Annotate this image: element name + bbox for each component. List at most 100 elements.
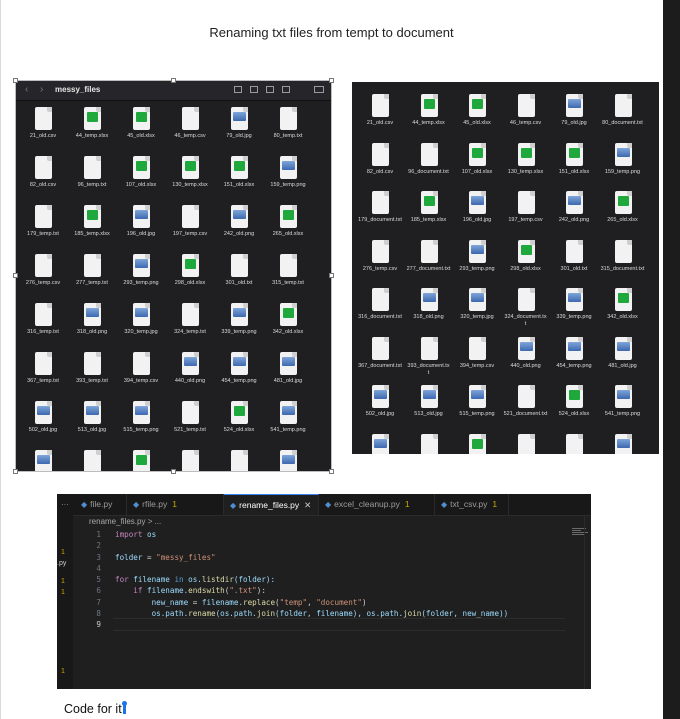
file-item[interactable]: 513_old.jpg — [68, 401, 116, 449]
file-item[interactable]: 151_old.xlsx — [550, 142, 598, 191]
file-item[interactable] — [117, 450, 165, 472]
file-item[interactable]: 318_old.png — [68, 303, 116, 351]
file-item[interactable]: 367_temp.txt — [19, 352, 67, 400]
file-item[interactable]: 107_old.xlsx — [117, 156, 165, 204]
file-item[interactable]: 440_old.png — [502, 336, 550, 385]
file-item[interactable]: 265_old.xlsx — [599, 191, 647, 239]
file-item[interactable]: 277_temp.txt — [68, 254, 116, 302]
code-line[interactable]: 7 new_name = filename.replace("temp", "d… — [87, 597, 508, 608]
page-right-scrollbar[interactable] — [663, 0, 680, 719]
resize-handle[interactable] — [13, 78, 18, 83]
code-line[interactable]: 3 folder = "messy_files" — [87, 552, 508, 563]
file-item[interactable]: 46_temp.csv — [166, 107, 214, 155]
file-item[interactable]: 367_document.txt — [356, 336, 404, 385]
file-item[interactable]: 394_temp.csv — [453, 336, 501, 385]
file-item[interactable] — [356, 433, 404, 454]
file-item[interactable]: 276_temp.csv — [19, 254, 67, 302]
file-item[interactable] — [264, 450, 312, 472]
code-line[interactable]: 1 import os — [87, 529, 508, 540]
file-item[interactable]: 196_old.jpg — [117, 205, 165, 253]
file-item[interactable]: 159_temp.png — [264, 156, 312, 204]
file-item[interactable]: 342_old.xlsx — [264, 303, 312, 351]
more-actions-icon[interactable]: ··· — [61, 494, 69, 515]
file-item[interactable]: 130_temp.xlsx — [502, 142, 550, 191]
file-item[interactable]: 21_old.csv — [19, 107, 67, 155]
editor-scrollbar[interactable] — [584, 515, 591, 689]
code-line[interactable]: 5 for filename in os.listdir(folder): — [87, 574, 508, 585]
file-item[interactable]: 151_old.xlsx — [215, 156, 263, 204]
file-item[interactable]: 242_old.png — [215, 205, 263, 253]
file-item[interactable] — [453, 433, 501, 454]
tab-file-py[interactable]: ◆ file.py — [75, 494, 127, 515]
file-item[interactable]: 315_temp.txt — [264, 254, 312, 302]
file-item[interactable]: 521_document.txt — [502, 385, 550, 433]
file-item[interactable]: 481_old.jpg — [264, 352, 312, 400]
resize-handle[interactable] — [171, 78, 176, 83]
back-arrow-icon[interactable]: ‹ — [25, 84, 28, 95]
code-line[interactable]: 4 — [87, 563, 508, 574]
gallery-view-icon[interactable] — [282, 86, 290, 93]
file-item[interactable]: 440_old.png — [166, 352, 214, 400]
list-view-icon[interactable] — [250, 86, 258, 93]
file-item[interactable]: 45_old.xlsx — [117, 107, 165, 155]
file-item[interactable]: 524_old.xlsx — [550, 385, 598, 433]
file-item[interactable]: 242_old.png — [550, 191, 598, 239]
file-item[interactable]: 316_document.txt — [356, 288, 404, 336]
file-item[interactable]: 130_temp.xlsx — [166, 156, 214, 204]
code-line[interactable]: 2 — [87, 540, 508, 551]
code-line[interactable]: 6 if filename.endswith(".txt"): — [87, 585, 508, 596]
file-item[interactable]: 318_old.png — [405, 288, 453, 336]
file-item[interactable]: 185_temp.xlsx — [405, 191, 453, 239]
code-line[interactable]: 9 — [87, 619, 508, 630]
icon-view-icon[interactable] — [234, 86, 242, 93]
file-item[interactable]: 293_temp.png — [117, 254, 165, 302]
file-item[interactable]: 394_temp.csv — [117, 352, 165, 400]
code-line[interactable]: 8 os.path.rename(os.path.join(folder, fi… — [87, 608, 508, 619]
file-item[interactable]: 96_document.txt — [405, 142, 453, 191]
resize-handle[interactable] — [13, 469, 18, 474]
file-item[interactable]: 44_temp.xlsx — [68, 107, 116, 155]
problem-count-badge[interactable]: 1 — [61, 578, 65, 585]
tab-excel-cleanup-py[interactable]: ◆ excel_cleanup.py 1 — [319, 494, 435, 515]
file-item[interactable]: 502_old.jpg — [356, 385, 404, 433]
file-item[interactable]: 324_temp.txt — [166, 303, 214, 351]
file-item[interactable]: 185_temp.xlsx — [68, 205, 116, 253]
file-item[interactable]: 45_old.xlsx — [453, 94, 501, 142]
file-item[interactable]: 521_temp.txt — [166, 401, 214, 449]
file-item[interactable]: 393_temp.txt — [68, 352, 116, 400]
file-item[interactable]: 79_old.jpg — [550, 94, 598, 142]
file-item[interactable]: 301_old.txt — [550, 239, 598, 288]
file-item[interactable]: 298_old.xlsx — [166, 254, 214, 302]
resize-handle[interactable] — [329, 78, 334, 83]
file-item[interactable]: 107_old.xlsx — [453, 142, 501, 191]
column-view-icon[interactable] — [266, 86, 274, 93]
close-tab-icon[interactable]: ✕ — [304, 500, 311, 510]
file-item[interactable]: 179_temp.txt — [19, 205, 67, 253]
file-item[interactable]: 454_temp.png — [215, 352, 263, 400]
file-item[interactable] — [405, 433, 453, 454]
file-item[interactable]: 524_old.xlsx — [215, 401, 263, 449]
file-item[interactable] — [550, 433, 598, 454]
breadcrumb[interactable]: rename_files.py > ... — [89, 517, 161, 526]
file-item[interactable]: 179_document.txt — [356, 191, 404, 239]
file-item[interactable]: 515_temp.png — [117, 401, 165, 449]
tab-txt-csv-py[interactable]: ◆ txt_csv.py 1 — [435, 494, 509, 515]
file-item[interactable] — [502, 433, 550, 454]
file-item[interactable]: 301_old.txt — [215, 254, 263, 302]
file-item[interactable]: 541_temp.png — [599, 385, 647, 433]
file-item[interactable]: 80_document.txt — [599, 94, 647, 142]
file-item[interactable]: 82_old.csv — [356, 142, 404, 191]
file-item[interactable]: 197_temp.csv — [502, 191, 550, 239]
file-item[interactable]: 481_old.jpg — [599, 336, 647, 385]
file-item[interactable]: 339_temp.png — [550, 288, 598, 336]
file-item[interactable]: 159_temp.png — [599, 142, 647, 191]
file-item[interactable] — [215, 450, 263, 472]
file-item[interactable]: 79_old.jpg — [215, 107, 263, 155]
file-item[interactable]: 196_old.jpg — [453, 191, 501, 239]
file-item[interactable] — [19, 450, 67, 472]
tab-rfile-py[interactable]: ◆ rfile.py 1 — [127, 494, 224, 515]
forward-arrow-icon[interactable]: › — [40, 84, 43, 95]
file-item[interactable]: 342_old.xlsx — [599, 288, 647, 336]
file-item[interactable]: 96_temp.txt — [68, 156, 116, 204]
file-item[interactable]: 293_temp.png — [453, 239, 501, 288]
